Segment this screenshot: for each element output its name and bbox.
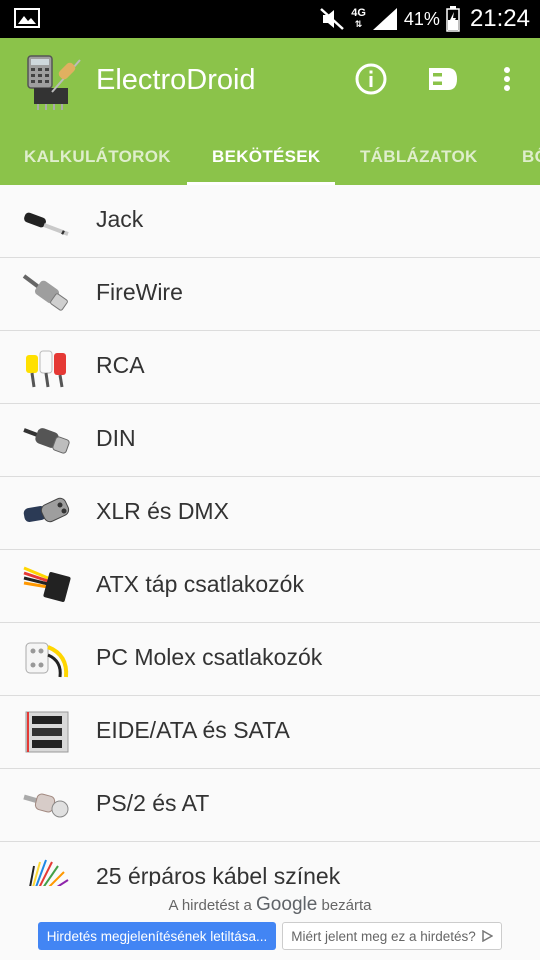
tab-bar: KALKULÁTOROK BEKÖTÉSEK TÁBLÁZATOK BŐ — [0, 135, 540, 186]
network-type: 4G ⇅ — [351, 7, 366, 30]
why-this-ad-button[interactable]: Miért jelent meg ez a hirdetés? — [282, 922, 502, 950]
list-item-label: PC Molex csatlakozók — [96, 644, 323, 670]
list-item-atx[interactable]: ATX táp csatlakozók — [0, 550, 540, 623]
list-item-label: DIN — [96, 425, 136, 451]
google-logo: Google — [256, 894, 318, 915]
connector-list: Jack FireWire RCA DIN XLR és DMX ATX táp… — [0, 185, 540, 914]
status-bar: 4G ⇅ 41% 21:24 — [0, 0, 540, 38]
list-item-label: Jack — [96, 206, 144, 232]
list-item-molex[interactable]: PC Molex csatlakozók — [0, 623, 540, 696]
list-item-jack[interactable]: Jack — [0, 185, 540, 258]
ide-cable-icon — [25, 711, 69, 753]
list-item-firewire[interactable]: FireWire — [0, 258, 540, 331]
adchoices-icon — [482, 930, 493, 942]
battery-icon — [446, 6, 460, 32]
clock: 21:24 — [469, 5, 530, 32]
list-item-label: PS/2 és AT — [96, 790, 210, 816]
gallery-notification-icon — [14, 8, 40, 28]
firewire-connector-icon — [22, 274, 68, 311]
list-item-din[interactable]: DIN — [0, 404, 540, 477]
tab-bekotesek[interactable]: BEKÖTÉSEK — [212, 147, 321, 167]
plug-icon[interactable] — [424, 60, 462, 98]
list-item-ps2[interactable]: PS/2 és AT — [0, 769, 540, 842]
tab-tablazatok[interactable]: TÁBLÁZATOK — [360, 147, 478, 167]
list-item-xlr[interactable]: XLR és DMX — [0, 477, 540, 550]
more-vert-icon[interactable] — [490, 60, 524, 98]
app-bar: ElectroDroid KALKULÁTOROK BEKÖTÉSEK TÁBL… — [0, 38, 540, 186]
molex-connector-icon — [25, 642, 69, 678]
stop-ad-button[interactable]: Hirdetés megjelenítésének letiltása... — [38, 922, 276, 950]
signal-icon — [372, 8, 397, 30]
list-item-rca[interactable]: RCA — [0, 331, 540, 404]
app-logo — [27, 55, 81, 110]
ad-banner: A hirdetést a Google bezárta Hirdetés me… — [0, 886, 540, 960]
list-item-label: EIDE/ATA és SATA — [96, 717, 290, 743]
tab-partial[interactable]: BŐ — [522, 147, 540, 167]
list-item-eide[interactable]: EIDE/ATA és SATA — [0, 696, 540, 769]
list-item-label: RCA — [96, 352, 145, 378]
xlr-connector-icon — [23, 497, 70, 523]
list-item-label: ATX táp csatlakozók — [96, 571, 304, 597]
mute-icon — [320, 8, 345, 30]
jack-connector-icon — [24, 212, 69, 236]
app-title: ElectroDroid — [96, 64, 256, 96]
tab-kalkulatorok[interactable]: KALKULÁTOROK — [24, 147, 171, 167]
ad-closed-text: A hirdetést a Google bezárta — [168, 894, 372, 915]
din-connector-icon — [23, 428, 70, 454]
ps2-connector-icon — [23, 793, 69, 818]
rca-connector-icon — [26, 350, 66, 388]
list-item-label: FireWire — [96, 279, 183, 305]
info-icon[interactable] — [352, 60, 390, 98]
battery-percent: 41% — [403, 8, 440, 29]
atx-connector-icon — [23, 566, 71, 602]
list-item-label: XLR és DMX — [96, 498, 229, 524]
